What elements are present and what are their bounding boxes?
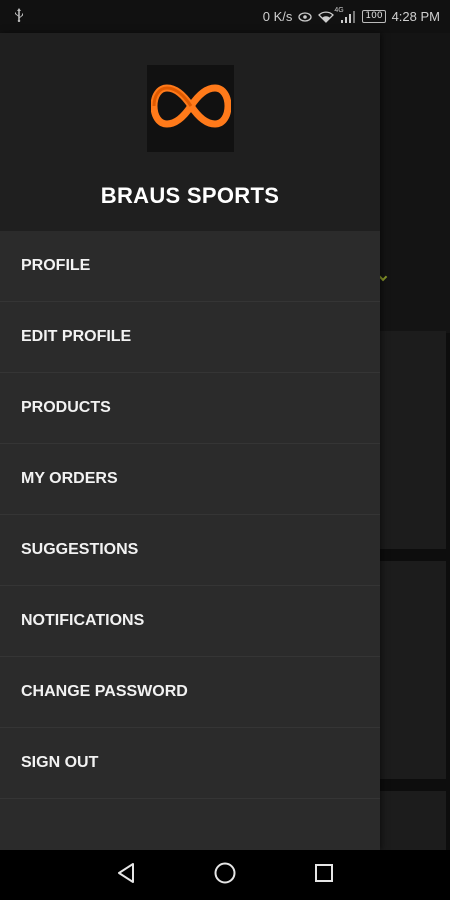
navigation-drawer: BRAUS SPORTS PROFILE EDIT PROFILE PRODUC…	[0, 33, 380, 850]
net-speed: 0 K/s	[262, 9, 293, 24]
system-nav-bar	[0, 850, 450, 900]
background-toolbar	[380, 33, 450, 333]
usb-icon	[14, 8, 24, 25]
menu-item-products[interactable]: PRODUCTS	[0, 373, 380, 444]
wifi-icon	[318, 10, 335, 23]
background-card	[380, 561, 446, 779]
back-triangle-icon	[116, 862, 136, 889]
menu-item-edit-profile[interactable]: EDIT PROFILE	[0, 302, 380, 373]
menu-item-notifications[interactable]: NOTIFICATIONS	[0, 586, 380, 657]
battery-icon: 100	[362, 10, 386, 23]
status-time: 4:28 PM	[391, 9, 440, 24]
brand-title: BRAUS SPORTS	[100, 183, 280, 208]
menu-item-change-password[interactable]: CHANGE PASSWORD	[0, 657, 380, 728]
network-type: 4G	[334, 6, 344, 14]
back-button[interactable]	[77, 850, 176, 900]
status-bar: 0 K/s 4G 100 4:28 PM	[0, 0, 450, 33]
recents-button[interactable]	[275, 850, 374, 900]
drawer-menu: PROFILE EDIT PROFILE PRODUCTS MY ORDERS …	[0, 231, 380, 799]
signal-icon: 4G	[334, 7, 356, 23]
background-app[interactable]	[380, 33, 450, 850]
menu-item-my-orders[interactable]: MY ORDERS	[0, 444, 380, 515]
drawer-header: BRAUS SPORTS	[0, 33, 380, 231]
recents-square-icon	[314, 863, 334, 888]
eye-comfort-icon	[298, 11, 313, 23]
background-card	[380, 791, 446, 850]
background-card	[380, 331, 446, 549]
home-button[interactable]	[176, 850, 275, 900]
infinity-logo-icon	[150, 84, 231, 133]
menu-item-suggestions[interactable]: SUGGESTIONS	[0, 515, 380, 586]
brand-logo	[147, 65, 234, 152]
home-circle-icon	[213, 861, 237, 890]
menu-item-profile[interactable]: PROFILE	[0, 231, 380, 302]
menu-item-sign-out[interactable]: SIGN OUT	[0, 728, 380, 799]
